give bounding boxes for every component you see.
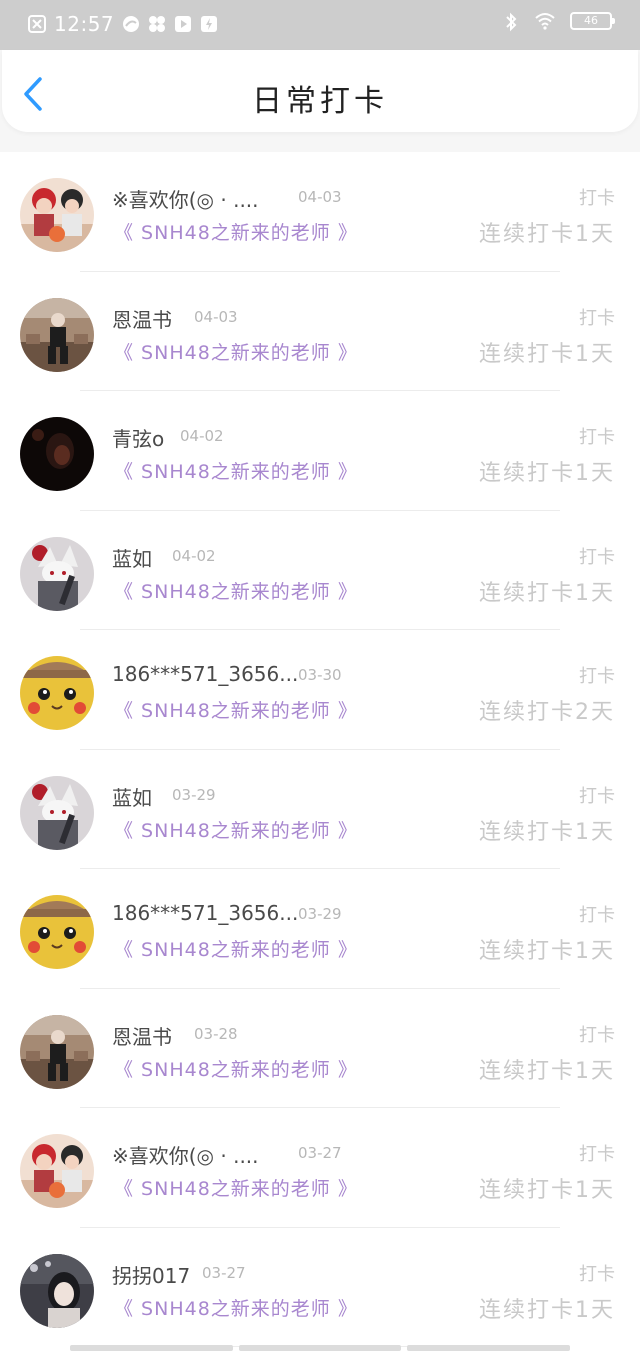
play-icon <box>174 15 192 33</box>
streak-text: 连续打卡1天 <box>479 580 615 606</box>
scroll-segment <box>407 1345 571 1351</box>
scroll-segment <box>70 1345 233 1351</box>
streak-text: 连续打卡1天 <box>479 1297 615 1323</box>
list-item[interactable]: 蓝如 04-02 《 SNH48之新来的老师 》 打卡 连续打卡1天 <box>0 511 640 630</box>
checkin-label: 打卡 <box>579 1263 615 1285</box>
close-box-icon <box>28 15 46 33</box>
list-item[interactable]: 恩温书 04-03 《 SNH48之新来的老师 》 打卡 连续打卡1天 <box>0 272 640 391</box>
scroll-segment <box>238 1345 402 1351</box>
checkin-date: 03-29 <box>298 905 342 923</box>
checkin-label: 打卡 <box>579 666 615 687</box>
list-item[interactable]: 拐拐017 03-27 《 SNH48之新来的老师 》 打卡 连续打卡1天 <box>0 1228 640 1347</box>
checkin-date: 04-02 <box>180 427 224 445</box>
streak-text: 连续打卡2天 <box>479 700 615 725</box>
checkin-date: 03-29 <box>172 785 216 804</box>
avatar[interactable] <box>20 1014 94 1089</box>
checkin-label: 打卡 <box>579 1144 615 1165</box>
streak-text: 连续打卡1天 <box>479 939 615 964</box>
streak-text: 连续打卡1天 <box>479 222 615 247</box>
checkin-date: 03-30 <box>298 666 342 684</box>
user-name[interactable]: 恩温书 <box>112 1021 172 1050</box>
list-item[interactable]: 186***571_3656... 03-29 《 SNH48之新来的老师 》 … <box>0 869 640 989</box>
group-name[interactable]: 《 SNH48之新来的老师 》 <box>114 457 358 484</box>
group-name[interactable]: 《 SNH48之新来的老师 》 <box>114 1294 358 1321</box>
list-item[interactable]: ※喜欢你(◎ · .... 04-03 《 SNH48之新来的老师 》 打卡 连… <box>0 152 640 272</box>
page-title: 日常打卡 <box>252 84 388 119</box>
bluetooth-icon <box>502 12 520 32</box>
list-item[interactable]: 青弦o 04-02 《 SNH48之新来的老师 》 打卡 连续打卡1天 <box>0 391 640 511</box>
avatar[interactable] <box>20 1253 94 1328</box>
checkin-label: 打卡 <box>579 307 615 329</box>
user-name[interactable]: 186***571_3656... <box>112 662 298 686</box>
checkin-date: 03-27 <box>202 1263 246 1282</box>
checkin-label: 打卡 <box>579 1024 615 1046</box>
bolt-icon <box>200 15 218 33</box>
avatar[interactable] <box>20 536 94 611</box>
streak-text: 连续打卡1天 <box>479 1058 615 1084</box>
streak-text: 连续打卡1天 <box>479 1178 615 1203</box>
avatar[interactable] <box>20 417 94 491</box>
group-name[interactable]: 《 SNH48之新来的老师 》 <box>114 577 358 604</box>
checkin-date: 03-28 <box>194 1024 238 1043</box>
status-right: 46 <box>502 12 615 32</box>
user-name[interactable]: ※喜欢你(◎ · .... <box>112 1140 259 1169</box>
user-name[interactable]: 蓝如 <box>112 782 152 811</box>
checkin-label: 打卡 <box>579 785 615 807</box>
group-name[interactable]: 《 SNH48之新来的老师 》 <box>114 1055 358 1082</box>
status-left: 12:57 <box>28 12 218 36</box>
user-name[interactable]: 186***571_3656... <box>112 901 298 925</box>
pinwheel-icon <box>148 15 166 33</box>
checkin-date: 04-02 <box>172 546 216 565</box>
user-name[interactable]: 蓝如 <box>112 543 152 572</box>
avatar[interactable] <box>20 895 94 969</box>
group-name[interactable]: 《 SNH48之新来的老师 》 <box>114 338 358 365</box>
streak-text: 连续打卡1天 <box>479 819 615 845</box>
checkin-label: 打卡 <box>579 188 615 209</box>
status-time: 12:57 <box>54 12 115 36</box>
header: 日常打卡 <box>2 50 638 132</box>
group-name[interactable]: 《 SNH48之新来的老师 》 <box>114 218 358 245</box>
user-name[interactable]: 恩温书 <box>112 304 172 333</box>
checkin-list: ※喜欢你(◎ · .... 04-03 《 SNH48之新来的老师 》 打卡 连… <box>0 152 640 1351</box>
battery-icon: 46 <box>570 12 615 30</box>
list-item[interactable]: 蓝如 03-29 《 SNH48之新来的老师 》 打卡 连续打卡1天 <box>0 750 640 869</box>
streak-text: 连续打卡1天 <box>479 461 615 486</box>
cloud-icon <box>122 15 140 33</box>
checkin-label: 打卡 <box>579 546 615 568</box>
checkin-date: 04-03 <box>298 188 342 206</box>
checkin-label: 打卡 <box>579 427 615 448</box>
streak-text: 连续打卡1天 <box>479 341 615 367</box>
user-name[interactable]: 拐拐017 <box>112 1260 190 1289</box>
user-name[interactable]: ※喜欢你(◎ · .... <box>112 184 259 213</box>
list-item[interactable]: 186***571_3656... 03-30 《 SNH48之新来的老师 》 … <box>0 630 640 750</box>
avatar[interactable] <box>20 297 94 372</box>
group-name[interactable]: 《 SNH48之新来的老师 》 <box>114 935 358 962</box>
avatar[interactable] <box>20 775 94 850</box>
group-name[interactable]: 《 SNH48之新来的老师 》 <box>114 1174 358 1201</box>
checkin-date: 03-27 <box>298 1144 342 1162</box>
list-item[interactable]: 恩温书 03-28 《 SNH48之新来的老师 》 打卡 连续打卡1天 <box>0 989 640 1108</box>
group-name[interactable]: 《 SNH48之新来的老师 》 <box>114 696 358 723</box>
group-name[interactable]: 《 SNH48之新来的老师 》 <box>114 816 358 843</box>
scroll-indicator <box>70 1345 571 1351</box>
checkin-label: 打卡 <box>579 905 615 926</box>
avatar[interactable] <box>20 1134 94 1208</box>
checkin-date: 04-03 <box>194 307 238 326</box>
avatar[interactable] <box>20 178 94 252</box>
status-bar: 12:57 46 <box>0 0 640 50</box>
avatar[interactable] <box>20 656 94 730</box>
user-name[interactable]: 青弦o <box>112 423 164 452</box>
list-item[interactable]: ※喜欢你(◎ · .... 03-27 《 SNH48之新来的老师 》 打卡 连… <box>0 1108 640 1228</box>
wifi-icon <box>534 12 556 30</box>
